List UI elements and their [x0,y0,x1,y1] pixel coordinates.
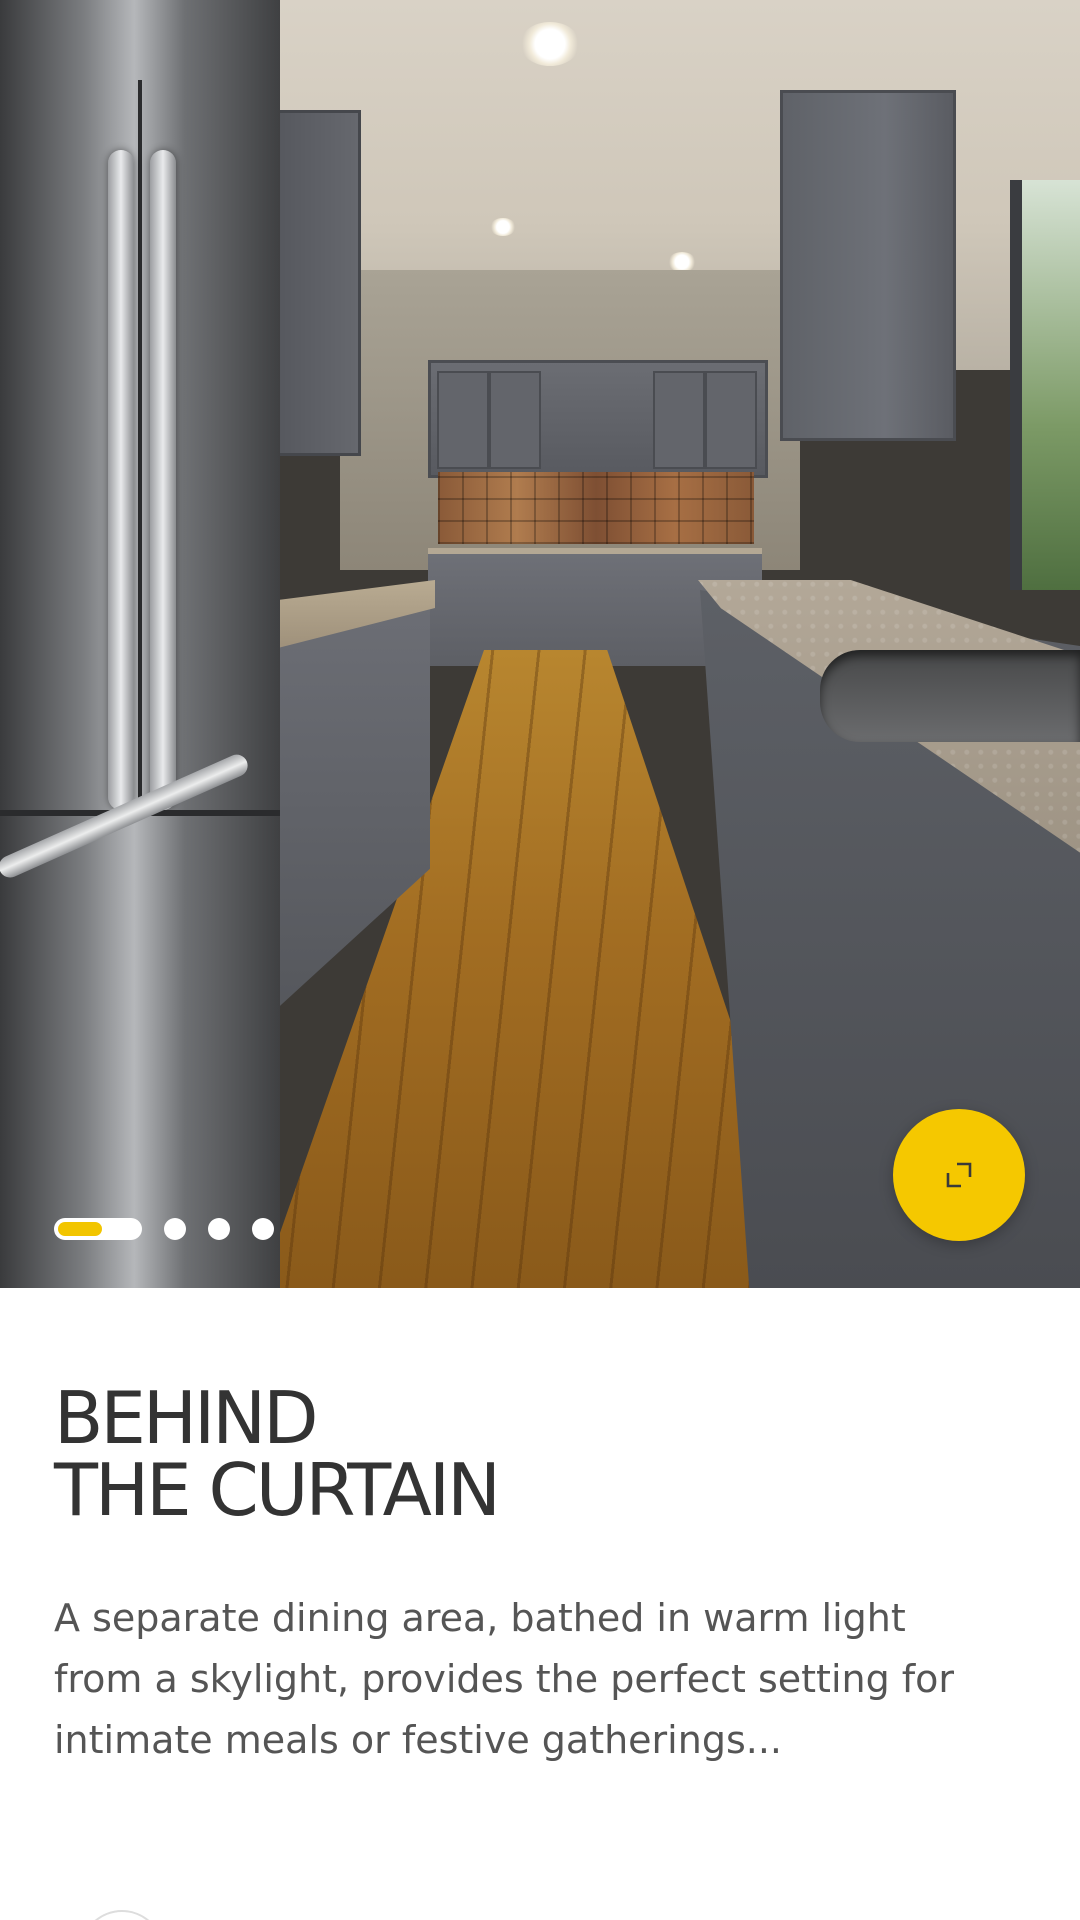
expand-icon [946,1162,972,1188]
title-line-2: THE CURTAIN [54,1448,501,1532]
expand-button[interactable] [893,1109,1025,1241]
screen: BEHIND THE CURTAIN A separate dining are… [0,0,1080,1920]
carousel-indicator [54,1218,274,1240]
section-title: BEHIND THE CURTAIN [54,1376,501,1532]
back-upper-cabinets [428,360,768,478]
title-line-1: BEHIND [54,1376,319,1460]
hero-image[interactable] [0,0,1080,1288]
sink [820,650,1080,742]
carousel-dot[interactable] [208,1218,230,1240]
ceiling-light [520,22,580,66]
carousel-dot[interactable] [252,1218,274,1240]
tile-backsplash [438,472,754,544]
carousel-dot[interactable] [164,1218,186,1240]
right-upper-cabinet [780,90,956,441]
ceiling-light [668,252,696,272]
carousel-progress-fill [58,1222,102,1236]
section-description: A separate dining area, bathed in warm l… [54,1596,955,1762]
refrigerator [0,0,280,1288]
ceiling-light [490,218,516,236]
next-section-peek [80,1910,164,1920]
carousel-dot-active[interactable] [54,1218,142,1240]
window [1010,180,1080,590]
kitchen-photo [0,0,1080,1288]
